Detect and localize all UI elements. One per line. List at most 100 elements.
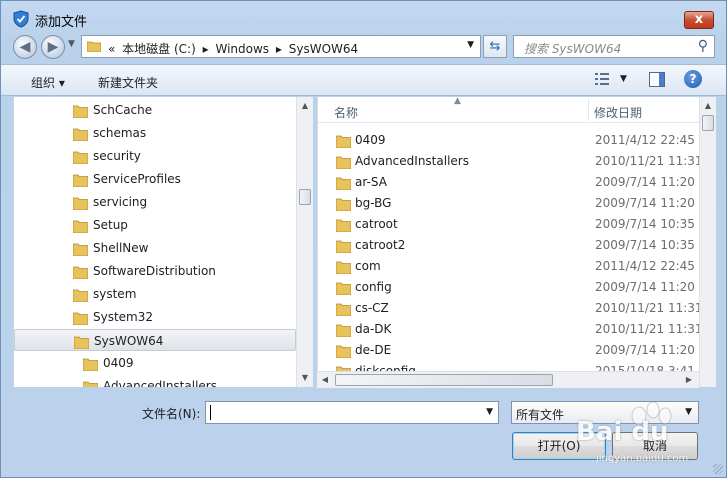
view-options-icon[interactable]	[595, 72, 609, 86]
folder-icon	[83, 358, 98, 371]
list-item[interactable]: ar-SA 2009/7/14 11:20	[318, 172, 699, 193]
search-box[interactable]: 搜索 SysWOW64 ⚲	[513, 35, 715, 58]
folder-icon	[336, 219, 351, 232]
tree-item-label: ServiceProfiles	[93, 172, 181, 186]
folder-icon	[336, 261, 351, 274]
list-item[interactable]: de-DE 2009/7/14 11:20	[318, 340, 699, 361]
organize-menu[interactable]: 组织 ▾	[31, 74, 65, 91]
list-item[interactable]: catroot 2009/7/14 10:35	[318, 214, 699, 235]
list-item[interactable]: catroot2 2009/7/14 10:35	[318, 235, 699, 256]
folder-icon	[336, 135, 351, 148]
folder-icon	[73, 243, 88, 256]
close-button[interactable]: x	[684, 11, 714, 29]
scroll-right-icon[interactable]: ▶	[681, 375, 697, 384]
list-item-name: catroot2	[355, 238, 406, 252]
scroll-up-icon[interactable]: ▲	[297, 101, 313, 110]
list-item-name: cs-CZ	[355, 301, 389, 315]
tree-scrollbar-thumb[interactable]	[299, 189, 311, 205]
recent-locations-dropdown-icon[interactable]: ▼	[68, 39, 75, 49]
list-item-date: 2009/7/14 10:35	[595, 217, 695, 231]
scroll-left-icon[interactable]: ◀	[317, 375, 333, 384]
list-item[interactable]: AdvancedInstallers 2010/11/21 11:31	[318, 151, 699, 172]
list-item[interactable]: config 2009/7/14 11:20	[318, 277, 699, 298]
address-dropdown-icon[interactable]: ▼	[467, 40, 474, 50]
tree-item-label: 0409	[103, 356, 134, 370]
column-header-name[interactable]: 名称	[334, 104, 358, 121]
tree-item[interactable]: ShellNew	[14, 237, 296, 259]
refresh-button[interactable]: ⇆	[483, 35, 507, 58]
help-icon[interactable]: ?	[684, 70, 702, 88]
tree-item[interactable]: security	[14, 145, 296, 167]
forward-button[interactable]: ▶	[41, 35, 65, 59]
list-item-name: da-DK	[355, 322, 392, 336]
list-item[interactable]: bg-BG 2009/7/14 11:20	[318, 193, 699, 214]
list-scrollbar[interactable]: ▲	[699, 97, 716, 387]
watermark-text: Bai du	[576, 417, 669, 447]
tree-item[interactable]: system	[14, 283, 296, 305]
tree-item[interactable]: servicing	[14, 191, 296, 213]
breadcrumb-separator[interactable]: ▸	[203, 42, 209, 56]
back-button[interactable]: ◀	[13, 35, 37, 59]
folder-icon	[87, 41, 101, 52]
list-hscrollbar-thumb[interactable]	[335, 374, 553, 386]
tree-item[interactable]: System32	[14, 306, 296, 328]
tree-item[interactable]: SoftwareDistribution	[14, 260, 296, 282]
list-item[interactable]: com 2011/4/12 22:45	[318, 256, 699, 277]
tree-item[interactable]: AdvancedInstallers	[14, 375, 296, 387]
list-item[interactable]: cs-CZ 2010/11/21 11:31	[318, 298, 699, 319]
list-item-name: de-DE	[355, 343, 392, 357]
address-bar[interactable]: « 本地磁盘 (C:) ▸ Windows ▸ SysWOW64 ▼	[81, 35, 481, 58]
tree-item[interactable]: Setup	[14, 214, 296, 236]
column-divider[interactable]	[588, 99, 589, 121]
list-item-date: 2009/7/14 11:20	[595, 196, 695, 210]
filename-dropdown-icon[interactable]: ▼	[486, 407, 493, 417]
list-item[interactable]: 0409 2011/4/12 22:45	[318, 130, 699, 151]
folder-icon	[336, 156, 351, 169]
tree-item-label: SoftwareDistribution	[93, 264, 216, 278]
list-item-date: 2009/7/14 11:20	[595, 175, 695, 189]
scroll-up-icon[interactable]: ▲	[700, 101, 716, 110]
breadcrumb-item-local-disk[interactable]: 本地磁盘 (C:)	[122, 42, 196, 56]
list-item-name: ar-SA	[355, 175, 387, 189]
breadcrumb-item-syswow64[interactable]: SysWOW64	[289, 42, 358, 56]
list-item-date: 2010/11/21 11:31	[595, 322, 699, 336]
column-header-date-modified[interactable]: 修改日期	[594, 104, 642, 121]
watermark-url: jingyan.baidu.com	[596, 453, 689, 464]
list-item-name: 0409	[355, 133, 386, 147]
file-list[interactable]: 名称 ▲ 修改日期 0409 2011/4/12 22:45 AdvancedIns…	[317, 97, 699, 387]
tree-item-label: schemas	[93, 126, 147, 140]
breadcrumb-separator[interactable]: ▸	[276, 42, 282, 56]
list-item-name: bg-BG	[355, 196, 392, 210]
folder-icon	[73, 105, 88, 118]
tree-item-label: ShellNew	[93, 241, 149, 255]
navigation-tree[interactable]: SchCache schemas security ServiceProfiles se…	[13, 97, 313, 387]
tree-scrollbar[interactable]: ▲ ▼	[296, 97, 313, 387]
search-input[interactable]: 搜索 SysWOW64	[524, 40, 621, 57]
preview-pane-icon[interactable]	[649, 72, 665, 87]
tree-item[interactable]: ServiceProfiles	[14, 168, 296, 190]
scroll-down-icon[interactable]: ▼	[297, 373, 313, 382]
list-item-name: com	[355, 259, 381, 273]
tree-item-label: System32	[93, 310, 154, 324]
tree-item[interactable]: schemas	[14, 122, 296, 144]
list-scrollbar-thumb[interactable]	[702, 115, 714, 131]
list-item-name: AdvancedInstallers	[355, 154, 469, 168]
filename-input[interactable]: ▼	[205, 401, 499, 424]
folder-icon	[336, 240, 351, 253]
list-horizontal-scrollbar[interactable]: ◀ ▶	[317, 371, 699, 388]
tree-item[interactable]: SysWOW64	[14, 329, 296, 351]
list-header: 名称 ▲ 修改日期	[318, 97, 699, 123]
view-dropdown-icon[interactable]: ▼	[620, 74, 627, 84]
resize-grip[interactable]	[713, 464, 723, 474]
breadcrumb-item-windows[interactable]: Windows	[215, 42, 269, 56]
tree-item-label: system	[93, 287, 137, 301]
search-icon[interactable]: ⚲	[698, 38, 708, 54]
folder-icon	[336, 324, 351, 337]
list-item[interactable]: da-DK 2010/11/21 11:31	[318, 319, 699, 340]
tree-item[interactable]: 0409	[14, 352, 296, 374]
breadcrumb-overflow[interactable]: «	[108, 42, 115, 56]
new-folder-button[interactable]: 新建文件夹	[98, 74, 158, 91]
list-item-date: 2010/11/21 11:31	[595, 301, 699, 315]
tree-item[interactable]: SchCache	[14, 99, 296, 121]
file-type-value: 所有文件	[516, 408, 565, 422]
